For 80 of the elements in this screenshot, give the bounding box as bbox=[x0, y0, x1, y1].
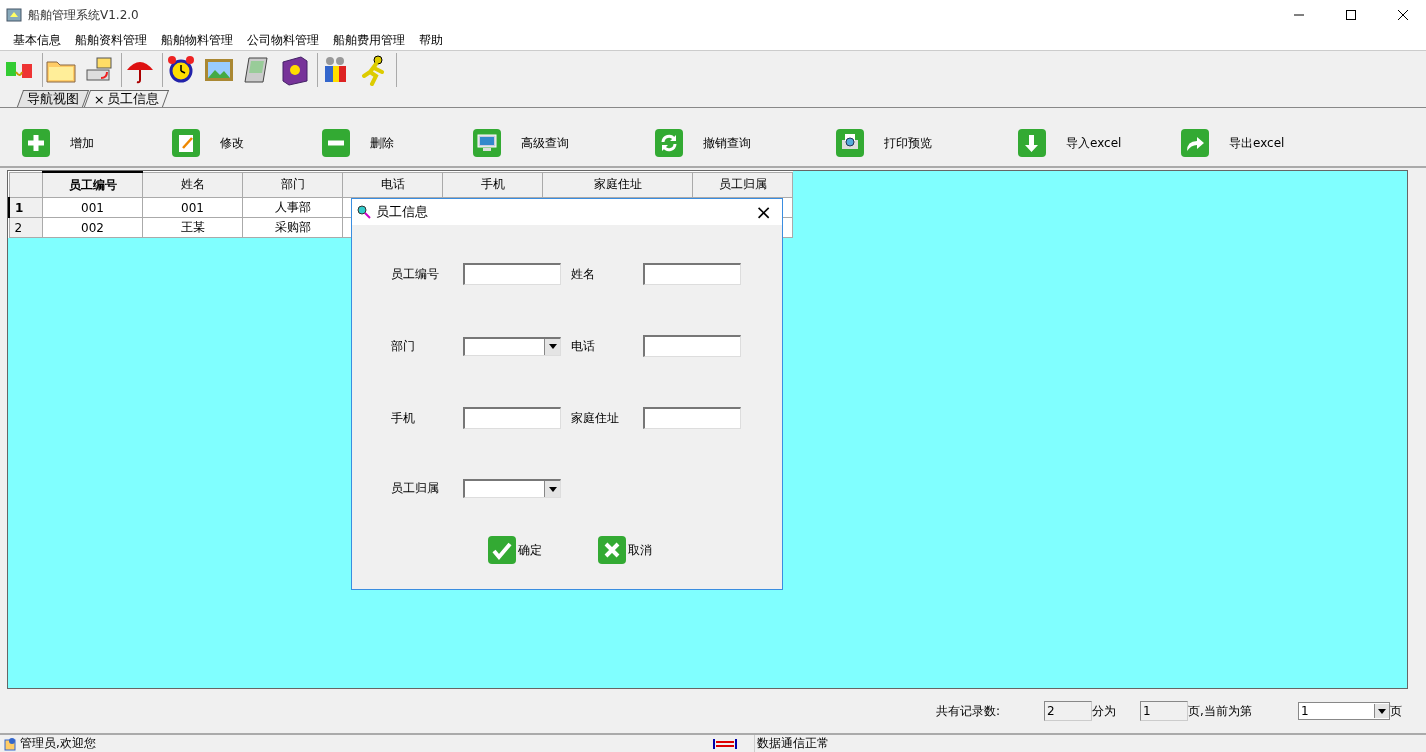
column-header[interactable]: 员工编号 bbox=[42, 172, 143, 198]
undo-icon bbox=[655, 129, 683, 157]
table-cell: 人事部 bbox=[242, 197, 343, 218]
import-icon bbox=[1018, 129, 1046, 157]
connection-status: 数据通信正常 bbox=[754, 735, 897, 752]
menu-item[interactable]: 船舶资料管理 bbox=[68, 31, 154, 49]
close-icon bbox=[1398, 10, 1408, 20]
table-cell: 001 bbox=[42, 197, 143, 218]
menu-item[interactable]: 船舶物料管理 bbox=[154, 31, 240, 49]
checkmark-icon bbox=[488, 536, 516, 564]
table-cell: 王某 bbox=[142, 217, 243, 238]
input-field[interactable] bbox=[643, 263, 741, 285]
action-button[interactable]: 打印预览 bbox=[814, 129, 996, 157]
cancel-button[interactable]: 取消 bbox=[598, 536, 652, 564]
field-label: 部门 bbox=[391, 337, 416, 355]
field-label: 家庭住址 bbox=[571, 409, 620, 427]
row-header[interactable]: 2 bbox=[9, 217, 43, 238]
column-header[interactable]: 姓名 bbox=[142, 172, 243, 198]
corner-cell bbox=[9, 172, 43, 198]
pages-label: 分为 bbox=[1092, 702, 1117, 720]
dropdown-arrow-icon bbox=[548, 344, 557, 349]
input-field[interactable] bbox=[463, 263, 561, 285]
dropdown-field[interactable] bbox=[463, 336, 561, 356]
column-header[interactable]: 手机 bbox=[442, 172, 543, 198]
column-header[interactable]: 员工归属 bbox=[692, 172, 793, 198]
add-icon bbox=[22, 129, 50, 157]
action-button[interactable]: 高级查询 bbox=[451, 129, 633, 157]
action-button[interactable]: 撤销查询 bbox=[633, 129, 814, 157]
input-field[interactable] bbox=[643, 407, 741, 429]
close-button[interactable]: × bbox=[753, 202, 774, 222]
action-button[interactable]: 导入excel bbox=[996, 129, 1159, 157]
tab[interactable]: ×员工信息 bbox=[83, 90, 169, 107]
delete-icon bbox=[322, 129, 350, 157]
dialog-title: 员工信息 bbox=[376, 203, 428, 221]
input-field[interactable] bbox=[463, 407, 561, 429]
edit-icon bbox=[172, 129, 200, 157]
field-label: 手机 bbox=[391, 409, 416, 427]
field-label: 员工归属 bbox=[391, 480, 440, 497]
action-button[interactable]: 导出excel bbox=[1159, 129, 1339, 157]
print-icon bbox=[836, 129, 864, 157]
total-label: 共有记录数: bbox=[936, 702, 1002, 720]
query-icon bbox=[473, 129, 501, 157]
row-header[interactable]: 1 bbox=[9, 197, 43, 218]
column-header[interactable]: 家庭住址 bbox=[542, 172, 693, 198]
dropdown-field[interactable] bbox=[463, 479, 561, 498]
input-field[interactable] bbox=[643, 335, 741, 357]
window-title: 船舶管理系统V1.2.0 bbox=[28, 6, 140, 24]
tab[interactable]: 导航视图 bbox=[16, 90, 90, 107]
column-header[interactable]: 部门 bbox=[242, 172, 343, 198]
table-cell: 001 bbox=[142, 197, 243, 218]
column-header[interactable]: 电话 bbox=[342, 172, 443, 198]
user-icon bbox=[4, 736, 18, 751]
field-label: 姓名 bbox=[571, 265, 596, 283]
action-button[interactable]: 删除 bbox=[300, 129, 451, 157]
cross-icon bbox=[598, 536, 626, 564]
page-suffix: 页 bbox=[1390, 702, 1402, 720]
table-cell: 002 bbox=[42, 217, 143, 238]
ok-button[interactable]: 确定 bbox=[488, 536, 542, 564]
status-message: 管理员,欢迎您 bbox=[19, 735, 97, 752]
menu-item[interactable]: 帮助 bbox=[412, 31, 450, 49]
total-field[interactable]: 2 bbox=[1044, 701, 1092, 721]
menu-item[interactable]: 公司物料管理 bbox=[240, 31, 326, 49]
menu-item[interactable]: 船舶费用管理 bbox=[326, 31, 412, 49]
current-label: 页,当前为第 bbox=[1188, 702, 1253, 720]
maximize-icon bbox=[1346, 10, 1356, 20]
export-icon bbox=[1181, 129, 1209, 157]
action-button[interactable]: 增加 bbox=[0, 129, 150, 157]
help-book-icon[interactable] bbox=[279, 54, 311, 86]
table-cell: 采购部 bbox=[242, 217, 343, 238]
connection-icon bbox=[712, 737, 738, 750]
field-label: 电话 bbox=[571, 337, 596, 355]
magnifier-icon bbox=[356, 204, 372, 220]
action-button[interactable]: 修改 bbox=[150, 129, 300, 157]
app-icon bbox=[6, 7, 22, 23]
field-label: 员工编号 bbox=[391, 265, 440, 283]
dropdown-arrow-icon bbox=[548, 486, 557, 492]
dropdown-arrow-icon bbox=[1378, 708, 1386, 714]
menu-item[interactable]: 基本信息 bbox=[6, 31, 68, 49]
pages-field[interactable]: 1 bbox=[1140, 701, 1188, 721]
page-combo[interactable]: 1 bbox=[1298, 702, 1390, 720]
